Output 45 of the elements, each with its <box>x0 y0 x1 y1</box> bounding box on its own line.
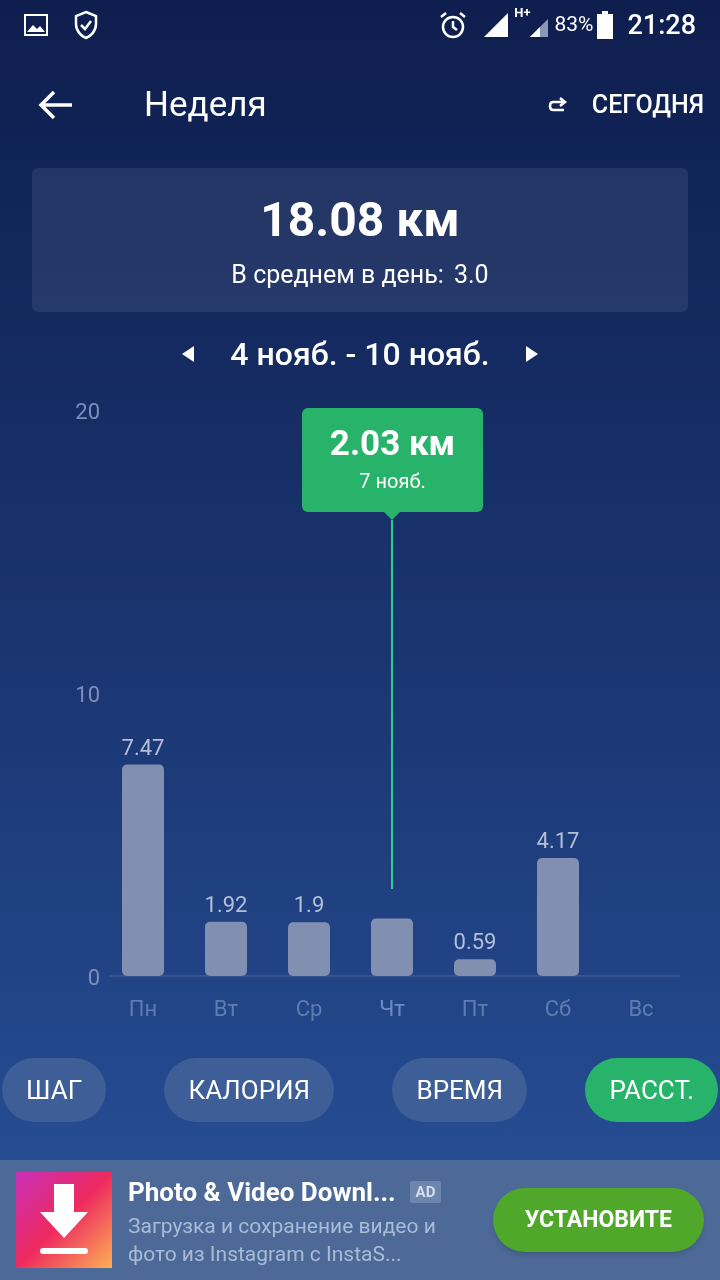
average-value: 3.0 <box>453 259 489 291</box>
mode-tab[interactable]: ШАГ <box>2 1058 107 1122</box>
tooltip-date: 7 нояб. <box>359 467 426 495</box>
bar-value-label: 7.47 <box>121 734 165 760</box>
shield-icon <box>74 10 98 40</box>
image-icon <box>24 14 48 36</box>
ad-banner[interactable]: Photo & Video Downl... AD Загрузка и сохранение видео и фото из Instagram с InstaS... УСТАНОВИТЕ <box>0 1160 720 1280</box>
bar[interactable] <box>454 959 496 976</box>
bar-value-label: 4.17 <box>536 828 580 853</box>
axis-tick-label: 10 <box>75 682 100 707</box>
mode-tab[interactable]: КАЛОРИЯ <box>164 1058 335 1122</box>
day-label: Пт <box>461 996 489 1021</box>
bar[interactable] <box>371 918 413 976</box>
axis-tick-label: 20 <box>75 399 100 424</box>
today-button[interactable]: СЕГОДНЯ <box>545 86 704 124</box>
ad-description: Загрузка и сохранение видео и фото из Instagram с InstaS... <box>128 1212 437 1268</box>
ad-title: Photo & Video Downl... <box>128 1175 396 1209</box>
day-label: Чт <box>379 996 405 1021</box>
day-label: Сб <box>544 996 572 1021</box>
axis-tick-label: 0 <box>87 965 100 990</box>
period-label: 4 нояб. - 10 нояб. <box>230 334 490 375</box>
battery-percentage: 83% <box>554 11 594 39</box>
bar[interactable] <box>205 921 247 976</box>
previous-icon[interactable] <box>182 346 195 362</box>
day-label: Ср <box>295 996 323 1021</box>
bar-value-label: 1.92 <box>204 891 248 917</box>
bar-value-label: 1.9 <box>293 892 325 918</box>
bar[interactable] <box>288 922 330 976</box>
network-type: H+ <box>514 6 531 19</box>
back-arrow-icon[interactable] <box>38 89 74 121</box>
screen-title: Неделя <box>144 82 267 127</box>
download-app-icon <box>16 1172 112 1268</box>
next-icon[interactable] <box>525 346 538 362</box>
day-label: Вс <box>628 996 654 1021</box>
average-label: В среднем в день: <box>231 259 444 291</box>
bar-value-label: 0.59 <box>453 929 497 955</box>
clock: 21:28 <box>627 7 696 43</box>
battery-icon <box>597 11 614 39</box>
mode-tab[interactable]: ВРЕМЯ <box>392 1058 528 1122</box>
tooltip-value: 2.03 км <box>329 422 456 466</box>
day-label: Вт <box>213 996 239 1021</box>
ad-badge: AD <box>409 1180 442 1204</box>
total-distance: 18.08 км <box>260 190 460 250</box>
day-label: Пн <box>128 996 158 1021</box>
signal-icon <box>482 11 511 39</box>
